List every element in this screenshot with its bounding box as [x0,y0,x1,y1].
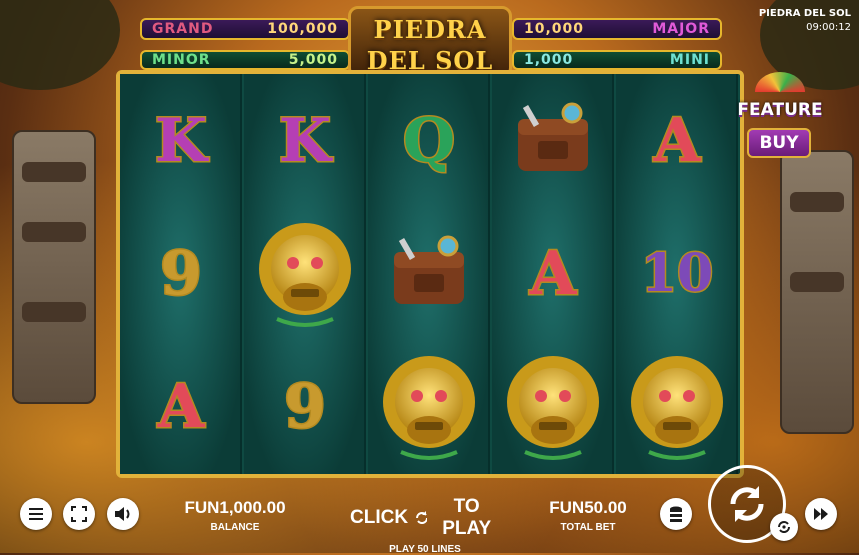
jackpot-major-name: MAJOR [652,21,710,37]
balance-value: FUN1,000.00 [184,498,286,517]
symbol-a: A [616,74,738,207]
feature-buy-line2: BUY [747,128,811,158]
symbol-label: 9 [283,371,328,442]
symbol-sun-mask [244,207,366,340]
symbol-sun-mask [368,340,490,473]
fast-forward-icon [814,508,828,520]
explorer-bag-icon [384,234,474,314]
symbol-label: K [277,105,332,176]
symbol-10: 10 [616,207,738,340]
sun-mask-icon [629,352,725,462]
symbol-k: K [244,74,366,207]
jackpot-major: 10,000 MAJOR [512,18,722,40]
click-to-play[interactable]: CLICK TO PLAY PLAY 50 LINES [350,496,500,555]
reels-frame: K 9 A K 9 Q A A 10 [116,70,744,478]
reel-column: A [492,74,614,474]
to-play-text: TO PLAY [442,496,492,539]
symbol-label: Q [401,105,456,176]
refresh-icon [416,511,428,524]
sun-mask-icon [257,219,353,329]
symbol-label: 9 [159,238,204,309]
bet-button[interactable] [660,498,692,530]
symbol-sun-mask [616,340,738,473]
symbol-9: 9 [244,340,366,473]
symbol-label: 10 [639,242,714,304]
jackpot-minor: MINOR 5,000 [140,50,350,70]
sun-mask-icon [505,352,601,462]
feature-buy-line1: FEATURE [737,100,823,120]
autoplay-button[interactable] [770,513,798,541]
coin-stack-icon [670,506,682,522]
reel-column: K 9 A [120,74,242,474]
game-title: PIEDRA DEL SOL [758,8,851,19]
clock: 09:00:12 [806,22,851,33]
turbo-button[interactable] [805,498,837,530]
totem-face [22,302,86,322]
symbol-explorer-bag [368,207,490,340]
symbol-q: Q [368,74,490,207]
symbol-k: K [120,74,242,207]
reel-column: K9 [244,74,366,474]
balance-display: FUN1,000.00 BALANCE [180,498,290,533]
symbol-label: A [652,105,702,176]
reel-column: Q [368,74,490,474]
sun-mask-icon [381,352,477,462]
symbol-a: A [120,340,242,473]
totem-left [12,130,96,404]
logo-line1: PIEDRA [373,15,487,44]
jackpot-grand: GRAND 100,000 [140,18,350,40]
click-text: CLICK [350,507,409,528]
play-lines-label: PLAY 50 LINES [389,544,461,555]
sound-button[interactable] [107,498,139,530]
jackpot-mini: 1,000 MINI [512,50,722,70]
reel-column: A 10 [616,74,738,474]
symbol-label: K [153,105,208,176]
totem-face [790,272,844,292]
spin-arrows-icon [730,486,764,522]
symbol-a: A [492,207,614,340]
speaker-icon [115,507,130,521]
symbol-label: A [528,238,578,309]
jackpot-minor-name: MINOR [152,52,211,68]
menu-button[interactable] [20,498,52,530]
game-logo: PIEDRA DEL SOL [348,6,512,78]
symbol-explorer-bag [492,74,614,207]
menu-icon [29,508,43,520]
feature-buy-button[interactable]: FEATURE BUY [735,72,825,167]
jackpot-minor-value: 5,000 [288,52,338,68]
jackpot-mini-name: MINI [669,52,710,68]
jackpot-major-value: 10,000 [524,21,585,37]
jackpot-mini-value: 1,000 [524,52,574,68]
jackpot-grand-name: GRAND [152,21,214,37]
explorer-bag-icon [508,101,598,181]
symbol-sun-mask [492,340,614,473]
fullscreen-icon [71,506,87,522]
autoplay-icon [778,521,790,533]
totem-face [22,162,86,182]
totem-right [780,150,854,434]
fullscreen-button[interactable] [63,498,95,530]
balance-label: BALANCE [210,522,260,533]
symbol-9: 9 [120,207,242,340]
total-bet-value: FUN50.00 [549,498,627,517]
totem-face [790,192,844,212]
symbol-label: A [156,371,206,442]
jackpot-grand-value: 100,000 [267,21,338,37]
total-bet-display: FUN50.00 TOTAL BET [540,498,636,533]
total-bet-label: TOTAL BET [560,522,616,533]
totem-face [22,222,86,242]
